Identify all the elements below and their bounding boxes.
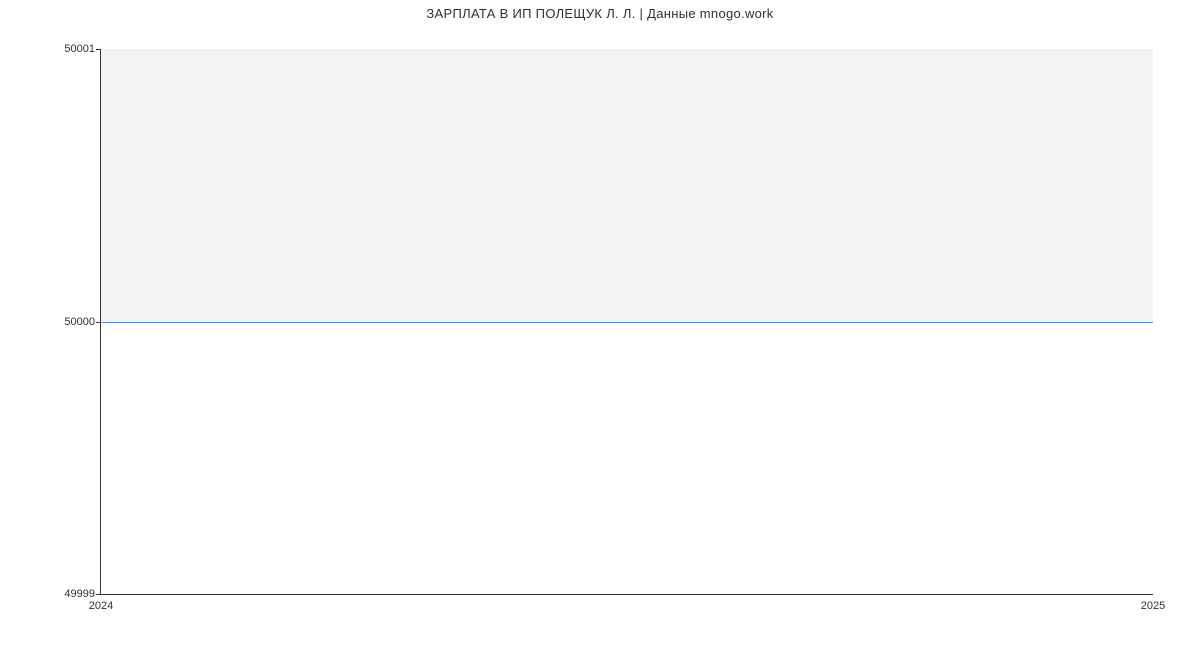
y-tick-mid: 50000 (64, 316, 95, 328)
y-tick-bot: 49999 (64, 588, 95, 600)
plot-fill (101, 49, 1153, 322)
x-tick-right: 2025 (1141, 600, 1165, 612)
data-line (101, 322, 1153, 323)
x-tick-left: 2024 (89, 600, 113, 612)
plot-area: 50001 50000 49999 2024 2025 (100, 49, 1153, 595)
chart-title: ЗАРПЛАТА В ИП ПОЛЕЩУК Л. Л. | Данные mno… (0, 6, 1200, 21)
y-tick-top: 50001 (64, 43, 95, 55)
